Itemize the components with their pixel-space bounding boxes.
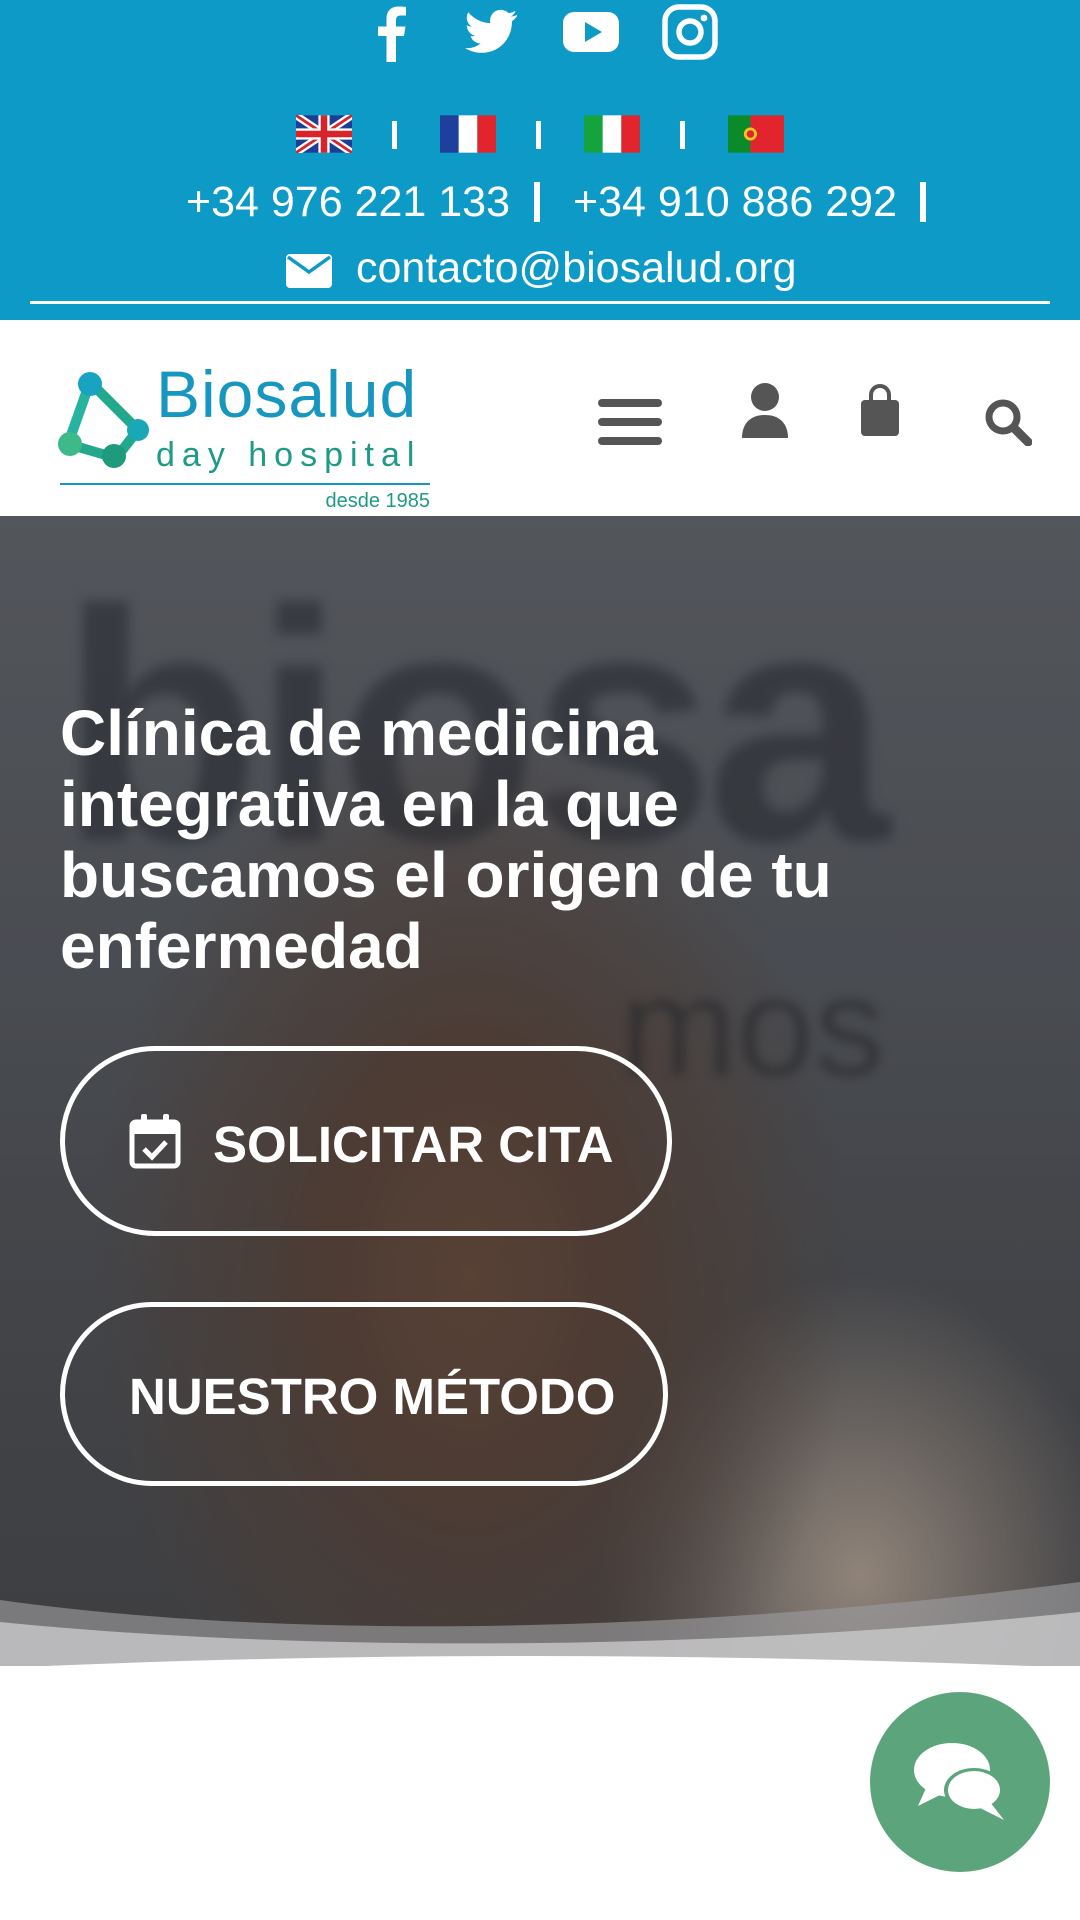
chat-button[interactable] — [870, 1692, 1050, 1872]
instagram-icon[interactable] — [660, 2, 720, 62]
language-selector — [0, 115, 1080, 155]
cart-icon[interactable] — [860, 384, 900, 436]
uk-flag-icon[interactable] — [296, 115, 352, 153]
menu-icon[interactable] — [598, 399, 662, 445]
site-header: Biosalud day hospital desde 1985 — [0, 320, 1080, 516]
hero-banner: biosa mos Clínica de medicina integrativ… — [0, 516, 1080, 1666]
phone-link-2[interactable]: +34 910 886 292 — [573, 178, 897, 227]
france-flag-icon[interactable] — [440, 115, 496, 153]
molecule-logo-icon — [58, 372, 149, 468]
top-divider — [30, 301, 1050, 304]
email-contact[interactable]: contacto@biosalud.org — [0, 244, 1080, 298]
language-divider — [392, 121, 397, 149]
solicitar-cita-button[interactable]: SOLICITAR CITA — [60, 1046, 672, 1236]
logo-brand: Biosalud — [156, 357, 418, 431]
twitter-icon[interactable] — [461, 2, 521, 62]
hero-title: Clínica de medicina integrativa en la qu… — [60, 697, 832, 982]
nuestro-metodo-button[interactable]: NUESTRO MÉTODO — [60, 1302, 668, 1486]
envelope-icon — [286, 254, 332, 288]
portugal-flag-icon[interactable] — [728, 115, 784, 153]
logo-subtitle: day hospital — [156, 436, 422, 474]
language-divider — [680, 121, 685, 149]
nuestro-metodo-label: NUESTRO MÉTODO — [129, 1368, 616, 1425]
site-logo[interactable]: Biosalud day hospital desde 1985 — [58, 344, 438, 512]
logo-underline — [60, 483, 430, 485]
chat-icon — [914, 1743, 1004, 1820]
hero-wave-divider — [0, 1582, 1080, 1666]
phone-numbers: +34 976 221 133 +34 910 886 292 — [0, 178, 1080, 228]
facebook-icon[interactable] — [362, 2, 422, 62]
calendar-check-icon — [129, 1114, 181, 1169]
user-icon[interactable] — [740, 382, 790, 438]
social-links — [0, 0, 1080, 64]
phone-divider — [920, 182, 926, 222]
logo-since: desde 1985 — [325, 490, 430, 512]
phone-link-1[interactable]: +34 976 221 133 — [186, 178, 510, 227]
search-icon[interactable] — [984, 398, 1032, 446]
youtube-icon[interactable] — [561, 2, 621, 62]
italy-flag-icon[interactable] — [584, 115, 640, 153]
language-divider — [536, 121, 541, 149]
email-link[interactable]: contacto@biosalud.org — [356, 244, 796, 293]
top-contact-bar: +34 976 221 133 +34 910 886 292 contacto… — [0, 0, 1080, 320]
phone-divider — [534, 182, 540, 222]
solicitar-cita-label: SOLICITAR CITA — [213, 1116, 614, 1173]
